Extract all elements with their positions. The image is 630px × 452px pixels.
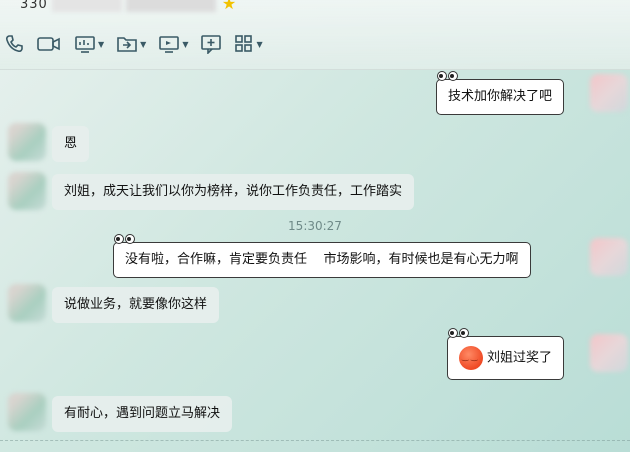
message-text: 没有啦，合作嘛，肯定要负责任 市场影响，有时候也是有心无力啊 [125, 252, 519, 267]
add-chat-icon [201, 35, 222, 54]
star-icon: ★ [221, 0, 237, 13]
message-bubble-incoming[interactable]: 刘姐，成天让我们以你为榜样，说你工作负责任，工作踏实 [52, 174, 415, 210]
screen-share-button[interactable]: ▼ [74, 34, 104, 54]
chevron-down-icon: ▼ [98, 39, 105, 49]
message-text: 说做业务，就要像你这样 [64, 297, 208, 312]
file-transfer-button[interactable]: ▼ [116, 34, 146, 54]
message-bubble-outgoing[interactable]: 技术加你解决了吧 [436, 71, 565, 115]
message-bubble-incoming[interactable]: 恩 [52, 126, 90, 162]
blurred-name [51, 0, 122, 12]
chat-header: 330 ★ ▼ ▼ ▼ ▼ [0, 0, 630, 70]
avatar-contact[interactable] [8, 172, 46, 210]
message-bubble-incoming[interactable]: 说做业务，就要像你这样 [52, 287, 220, 323]
message-text: 有耐心，遇到问题立马解决 [64, 406, 221, 421]
avatar-contact[interactable] [8, 393, 46, 431]
title-row: 330 ★ [0, 0, 238, 14]
chevron-down-icon: ▼ [256, 39, 263, 49]
message-text: 恩 [64, 136, 78, 151]
video-icon [37, 37, 60, 51]
apps-grid-icon [235, 35, 253, 52]
phone-button[interactable] [4, 34, 24, 54]
message-timestamp: 15:30:27 [288, 219, 342, 233]
message-text: 刘姐，成天让我们以你为榜样，说你工作负责任，工作踏实 [64, 184, 403, 199]
message-bubble-incoming[interactable]: 有耐心，遇到问题立马解决 [52, 396, 233, 432]
smile-emoji-icon [459, 346, 483, 370]
screen-share-icon [75, 36, 95, 53]
avatar-self[interactable] [590, 74, 628, 112]
blurred-name-2 [125, 0, 216, 12]
avatar-contact[interactable] [8, 284, 46, 322]
message-text: 刘姐过奖了 [487, 350, 553, 366]
chevron-down-icon: ▼ [140, 39, 147, 49]
bubble-eyes-decoration [448, 328, 470, 338]
file-transfer-icon [117, 37, 137, 52]
phone-icon [5, 35, 23, 53]
input-divider [0, 440, 630, 452]
bubble-eyes-decoration [114, 234, 136, 244]
remote-desktop-icon [159, 36, 180, 53]
avatar-self[interactable] [590, 334, 628, 372]
video-button[interactable] [36, 34, 62, 54]
remote-desktop-button[interactable]: ▼ [158, 34, 188, 54]
contact-name[interactable]: 330 [0, 0, 48, 12]
chevron-down-icon: ▼ [182, 39, 189, 49]
add-chat-button[interactable] [200, 34, 222, 54]
avatar-self[interactable] [590, 238, 628, 276]
bubble-eyes-decoration [437, 71, 459, 81]
message-bubble-outgoing[interactable]: 没有啦，合作嘛，肯定要负责任 市场影响，有时候也是有心无力啊 [113, 234, 531, 278]
toolbar: ▼ ▼ ▼ ▼ [4, 33, 275, 55]
message-text: 技术加你解决了吧 [448, 89, 553, 104]
message-bubble-outgoing[interactable]: 刘姐过奖了 [447, 328, 565, 380]
avatar-contact[interactable] [8, 123, 46, 161]
apps-button[interactable]: ▼ [234, 34, 263, 54]
